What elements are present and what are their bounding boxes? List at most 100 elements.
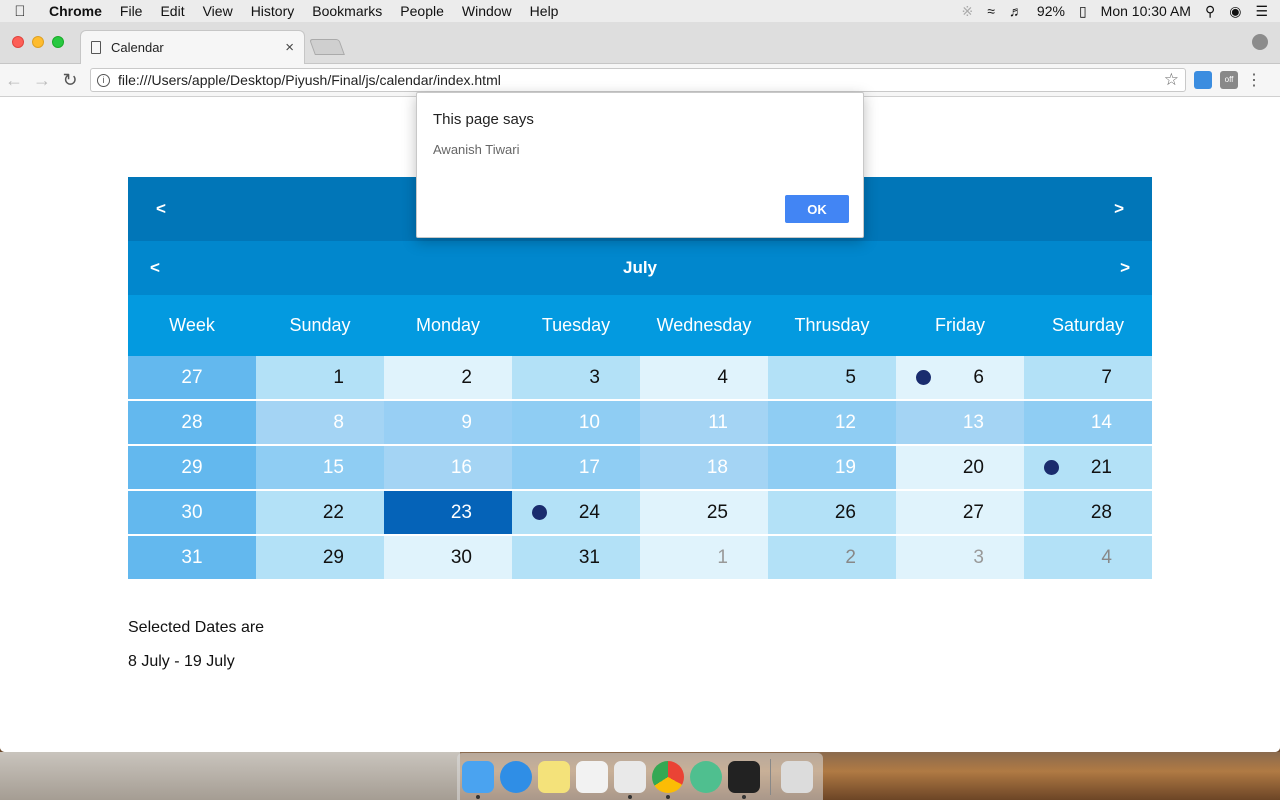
event-dot-icon [532, 505, 547, 520]
day-cell-selected[interactable]: 19 [768, 446, 896, 489]
day-cell-selected[interactable]: 10 [512, 401, 640, 444]
week-row: 31 29 30 31 1 2 3 4 [128, 536, 1152, 581]
dock [457, 753, 823, 800]
reminders-icon[interactable] [576, 760, 608, 793]
profile-icon[interactable] [1252, 34, 1268, 50]
day-cell-next-month[interactable]: 4 [1024, 536, 1152, 579]
day-cell-selected[interactable]: 8 [256, 401, 384, 444]
finder-icon[interactable] [462, 760, 494, 799]
extension-icon[interactable] [1194, 71, 1212, 89]
page-document-icon [91, 41, 101, 54]
day-cell[interactable]: 29 [256, 536, 384, 579]
address-bar[interactable]: i file:///Users/apple/Desktop/Piyush/Fin… [90, 68, 1186, 92]
menu-window[interactable]: Window [453, 3, 521, 19]
trash-icon[interactable] [781, 760, 813, 793]
day-cell[interactable]: 26 [768, 491, 896, 534]
day-cell[interactable]: 30 [384, 536, 512, 579]
day-cell[interactable]: 20 [896, 446, 1024, 489]
day-cell-selected[interactable]: 9 [384, 401, 512, 444]
day-number: 6 [973, 366, 984, 388]
day-cell-next-month[interactable]: 2 [768, 536, 896, 579]
extension-off-icon[interactable]: off [1220, 71, 1238, 89]
next-year-button[interactable]: > [1114, 199, 1124, 219]
day-cell[interactable]: 31 [512, 536, 640, 579]
wifi-icon[interactable]: ≈ [987, 3, 995, 19]
menu-app-name[interactable]: Chrome [40, 3, 111, 19]
reload-icon[interactable]: ↻ [56, 70, 84, 91]
day-cell-selected[interactable]: 13 [896, 401, 1024, 444]
header-monday: Monday [415, 315, 481, 335]
day-cell-next-month[interactable]: 3 [896, 536, 1024, 579]
day-cell-selected[interactable]: 17 [512, 446, 640, 489]
safari-icon[interactable] [500, 760, 532, 793]
bluetooth-icon[interactable]: ※ [962, 3, 974, 20]
day-cell-selected[interactable]: 11 [640, 401, 768, 444]
day-cell-today[interactable]: 23 [384, 491, 512, 534]
day-cell-selected[interactable]: 16 [384, 446, 512, 489]
menu-edit[interactable]: Edit [151, 3, 193, 19]
dialog-title: This page says [433, 111, 534, 128]
prev-month-button[interactable]: < [150, 258, 160, 278]
spotlight-search-icon[interactable]: ⚲ [1205, 3, 1215, 20]
menu-history[interactable]: History [242, 3, 304, 19]
notes-icon[interactable] [538, 760, 570, 793]
atom-icon[interactable] [690, 760, 722, 793]
menu-bookmarks[interactable]: Bookmarks [303, 3, 391, 19]
day-number: 21 [1090, 456, 1112, 478]
battery-percent[interactable]: 92% [1037, 3, 1065, 19]
day-cell-selected[interactable]: 18 [640, 446, 768, 489]
day-cell-with-event[interactable]: 21 [1024, 446, 1152, 489]
site-info-icon[interactable]: i [97, 73, 110, 87]
menu-bar:  Chrome File Edit View History Bookmark… [0, 0, 1280, 22]
week-number: 28 [128, 401, 256, 444]
ok-button[interactable]: OK [785, 195, 849, 223]
day-cell-with-event[interactable]: 6 [896, 356, 1024, 399]
day-cell[interactable]: 28 [1024, 491, 1152, 534]
day-cell-selected[interactable]: 14 [1024, 401, 1152, 444]
bookmark-star-icon[interactable]: ☆ [1164, 70, 1179, 90]
next-month-button[interactable]: > [1120, 258, 1130, 278]
running-indicator [742, 794, 746, 799]
day-cell[interactable]: 5 [768, 356, 896, 399]
day-cell-selected[interactable]: 12 [768, 401, 896, 444]
volume-icon[interactable]: ♬ [1009, 3, 1023, 19]
window-minimize-button[interactable] [32, 36, 44, 48]
window-maximize-button[interactable] [52, 36, 64, 48]
prev-year-button[interactable]: < [156, 199, 166, 219]
running-indicator [476, 794, 480, 799]
chrome-icon[interactable] [652, 760, 684, 799]
selected-dates-label: Selected Dates are [128, 619, 265, 636]
day-cell[interactable]: 22 [256, 491, 384, 534]
window-close-button[interactable] [12, 36, 24, 48]
day-cell[interactable]: 3 [512, 356, 640, 399]
day-cell[interactable]: 7 [1024, 356, 1152, 399]
day-cell[interactable]: 1 [256, 356, 384, 399]
back-arrow-icon[interactable]: ← [0, 70, 28, 91]
new-tab-button[interactable] [309, 39, 345, 55]
menu-people[interactable]: People [391, 3, 453, 19]
forward-arrow-icon[interactable]: → [28, 70, 56, 91]
tab-calendar[interactable]: Calendar × [80, 30, 305, 64]
day-cell-next-month[interactable]: 1 [640, 536, 768, 579]
chrome-menu-icon[interactable]: ⋮ [1246, 70, 1262, 90]
day-cell[interactable]: 25 [640, 491, 768, 534]
notification-center-icon[interactable]: ☰ [1255, 3, 1268, 20]
header-week: Week [169, 315, 215, 335]
clock[interactable]: Mon 10:30 AM [1101, 3, 1191, 19]
menu-help[interactable]: Help [521, 3, 568, 19]
day-cell[interactable]: 4 [640, 356, 768, 399]
menu-view[interactable]: View [194, 3, 242, 19]
url-text[interactable]: file:///Users/apple/Desktop/Piyush/Final… [118, 72, 501, 88]
day-cell[interactable]: 2 [384, 356, 512, 399]
selected-dates-range: 8 July - 19 July [128, 653, 235, 670]
battery-icon[interactable]: ▯ [1079, 3, 1087, 20]
tab-close-icon[interactable]: × [285, 39, 294, 56]
menu-file[interactable]: File [111, 3, 152, 19]
day-cell-with-event[interactable]: 24 [512, 491, 640, 534]
day-cell[interactable]: 27 [896, 491, 1024, 534]
apple-menu-icon[interactable]:  [0, 3, 40, 20]
siri-icon[interactable]: ◉ [1229, 3, 1241, 20]
day-cell-selected[interactable]: 15 [256, 446, 384, 489]
terminal-icon[interactable] [728, 760, 760, 799]
slack-icon[interactable] [614, 760, 646, 799]
